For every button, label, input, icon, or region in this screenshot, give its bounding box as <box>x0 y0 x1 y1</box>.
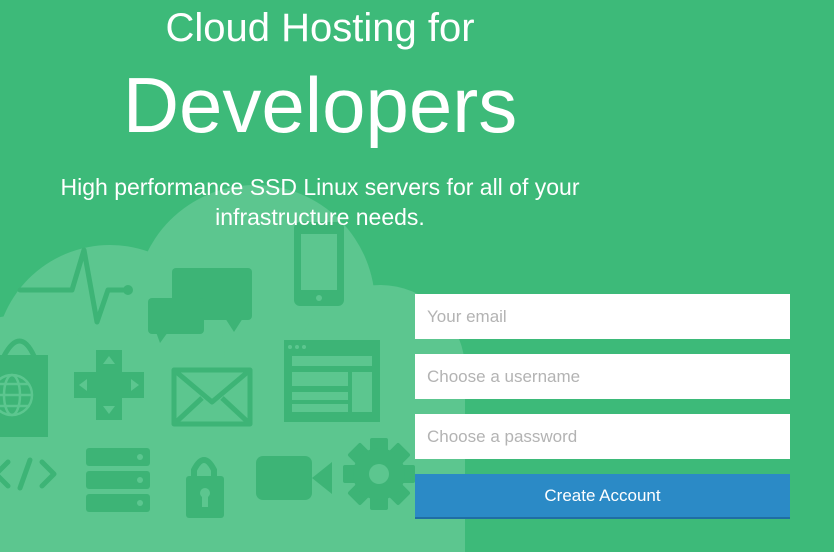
create-account-button[interactable]: Create Account <box>415 474 790 519</box>
shopping-bag-icon <box>0 338 48 437</box>
hero-title-line-2: Developers <box>122 61 518 149</box>
hero-subtitle-line-2: infrastructure needs. <box>215 204 425 230</box>
hero-title-line-1: Cloud Hosting for <box>165 6 475 50</box>
hero-subtitle-line-1: High performance SSD Linux servers for a… <box>60 174 580 200</box>
username-field[interactable] <box>415 354 790 399</box>
email-field[interactable] <box>415 294 790 339</box>
server-stack-icon <box>86 448 150 512</box>
phone-icon <box>294 222 344 306</box>
gear-icon <box>343 438 415 510</box>
signup-form: Create Account <box>415 294 790 519</box>
browser-window-icon <box>284 340 380 422</box>
password-field[interactable] <box>415 414 790 459</box>
hero-subtitle: High performance SSD Linux servers for a… <box>0 172 640 232</box>
